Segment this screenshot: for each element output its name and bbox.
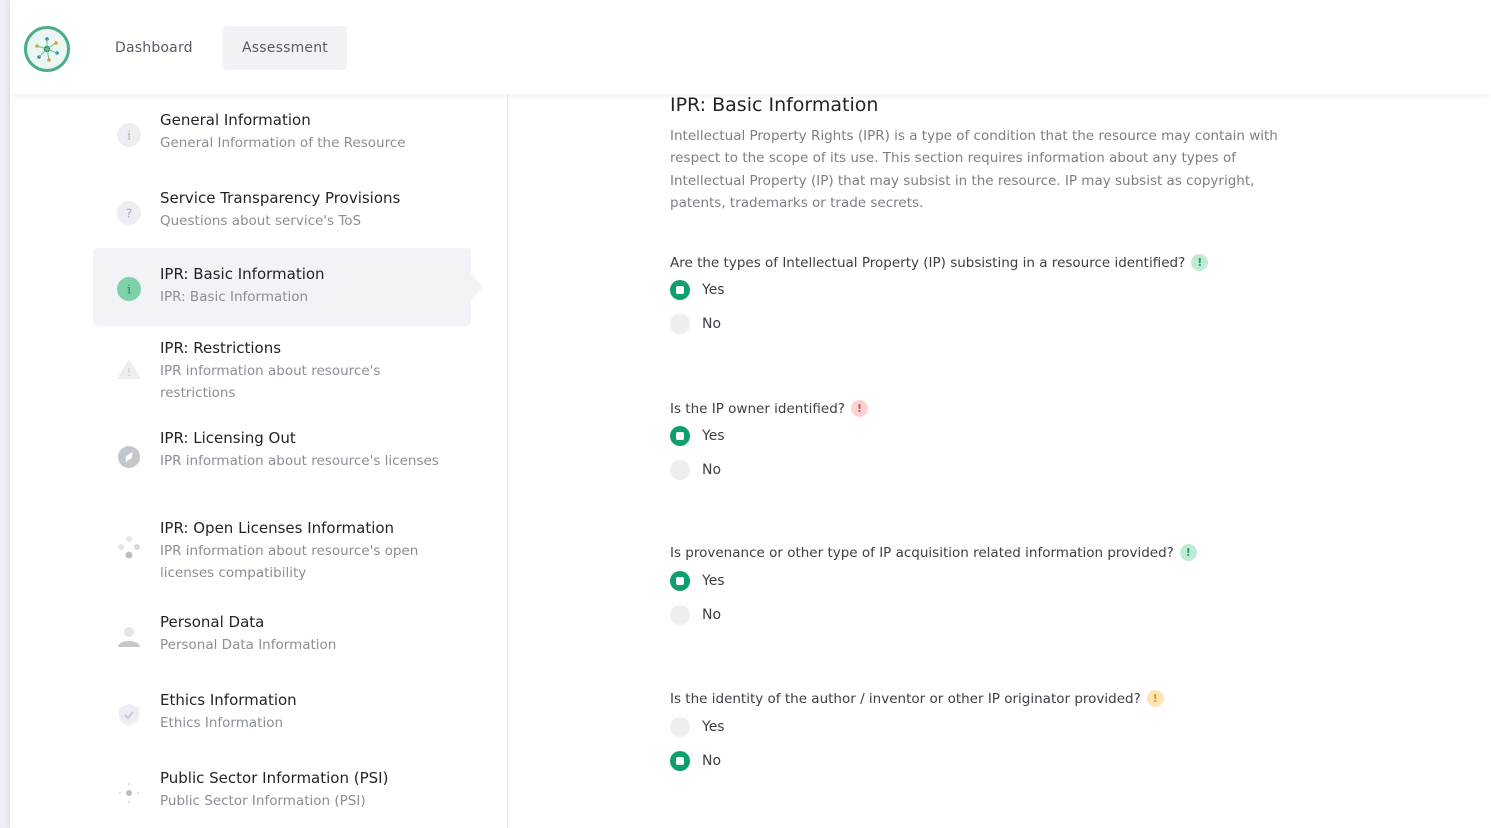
radio-label: No xyxy=(702,316,722,332)
sidebar-item-ethics-information[interactable]: Ethics Information Ethics Information xyxy=(93,682,471,752)
sidebar-item-title: Ethics Information xyxy=(160,691,297,709)
shield-check-icon xyxy=(116,702,142,728)
radio-option-yes[interactable]: Yes xyxy=(670,571,725,591)
radio-label: Yes xyxy=(702,282,725,298)
svg-text:i: i xyxy=(127,129,131,143)
exclamation-badge-icon[interactable]: ! xyxy=(1146,690,1164,707)
sidebar-item-subtitle: General Information of the Resource xyxy=(160,135,406,151)
sidebar-item-subtitle: IPR information about resource's open li… xyxy=(160,543,419,581)
page-title: IPR: Basic Information xyxy=(670,94,879,116)
sidebar-item-ipr-restrictions[interactable]: ! IPR: Restrictions IPR information abou… xyxy=(93,330,471,414)
question-text: Is the identity of the author / inventor… xyxy=(670,690,1141,707)
sidebar-item-subtitle: IPR information about resource's license… xyxy=(160,453,439,469)
compass-icon xyxy=(116,444,142,470)
person-icon xyxy=(116,624,142,650)
nav-dashboard[interactable]: Dashboard xyxy=(96,26,212,70)
exclamation-badge-icon[interactable]: ! xyxy=(850,400,868,417)
question-provenance-provided: Is provenance or other type of IP acquis… xyxy=(670,544,1370,625)
nav-assessment[interactable]: Assessment xyxy=(223,26,347,70)
radio-option-yes[interactable]: Yes xyxy=(670,426,725,446)
radio-label: Yes xyxy=(702,428,725,444)
radio-button[interactable] xyxy=(670,460,690,480)
svg-text:?: ? xyxy=(126,207,132,221)
sidebar-item-ipr-licensing-out[interactable]: IPR: Licensing Out IPR information about… xyxy=(93,420,471,504)
question-text: Are the types of Intellectual Property (… xyxy=(670,254,1186,271)
sidebar-item-subtitle: Ethics Information xyxy=(160,715,284,731)
sidebar-item-title: General Information xyxy=(160,111,311,129)
svg-text:!: ! xyxy=(127,366,131,379)
svg-text:i: i xyxy=(127,283,131,297)
sidebar-item-general-information[interactable]: i General Information General Informatio… xyxy=(93,104,471,174)
radio-option-no[interactable]: No xyxy=(670,605,721,625)
sidebar-item-subtitle: IPR: Basic Information xyxy=(160,289,309,305)
radio-label: No xyxy=(702,462,722,478)
sidebar-item-personal-data[interactable]: Personal Data Personal Data Information xyxy=(93,606,471,676)
sidebar-item-title: Personal Data xyxy=(160,613,265,631)
sidebar-item-subtitle: Questions about service's ToS xyxy=(160,213,362,229)
dots-cross-icon xyxy=(116,780,142,806)
logo-network-icon xyxy=(35,37,59,62)
sidebar-item-title: Service Transparency Provisions xyxy=(160,189,401,207)
sidebar-item-service-transparency[interactable]: ? Service Transparency Provisions Questi… xyxy=(93,182,471,252)
sidebar-item-subtitle: IPR information about resource's restric… xyxy=(160,363,381,401)
diamond-dots-icon xyxy=(116,534,142,560)
sidebar-item-ipr-open-licenses[interactable]: IPR: Open Licenses Information IPR infor… xyxy=(93,510,471,594)
radio-label: Yes xyxy=(702,719,725,735)
sidebar-item-title: Public Sector Information (PSI) xyxy=(160,769,389,787)
sidebar-item-title: IPR: Licensing Out xyxy=(160,429,296,447)
question-text: Is provenance or other type of IP acquis… xyxy=(670,544,1174,561)
question-ip-owner-identified: Is the IP owner identified? ! Yes No xyxy=(670,400,1370,480)
app-logo[interactable] xyxy=(24,26,70,72)
radio-button[interactable] xyxy=(670,605,690,625)
top-navigation-bar: Dashboard Assessment xyxy=(10,0,1491,94)
radio-option-no[interactable]: No xyxy=(670,751,721,771)
sidebar-item-subtitle: Public Sector Information (PSI) xyxy=(160,793,366,809)
sidebar-item-title: IPR: Basic Information xyxy=(160,265,325,283)
radio-option-yes[interactable]: Yes xyxy=(670,280,725,300)
radio-button-checked[interactable] xyxy=(670,751,690,771)
radio-option-no[interactable]: No xyxy=(670,314,721,334)
sidebar-item-title: IPR: Restrictions xyxy=(160,339,282,357)
radio-label: No xyxy=(702,753,722,769)
question-icon: ? xyxy=(116,200,142,226)
sidebar-item-ipr-basic-information[interactable]: i IPR: Basic Information IPR: Basic Info… xyxy=(93,248,483,326)
radio-option-no[interactable]: No xyxy=(670,460,721,480)
radio-button[interactable] xyxy=(670,314,690,334)
info-active-icon: i xyxy=(116,276,142,302)
sidebar-item-title: IPR: Open Licenses Information xyxy=(160,519,395,537)
sidebar-item-public-sector-information[interactable]: Public Sector Information (PSI) Public S… xyxy=(93,760,471,828)
assessment-steps-sidebar: i General Information General Informatio… xyxy=(24,94,508,828)
radio-label: No xyxy=(702,607,722,623)
radio-button-checked[interactable] xyxy=(670,571,690,591)
exclamation-badge-icon[interactable]: ! xyxy=(1179,544,1197,561)
radio-button-checked[interactable] xyxy=(670,280,690,300)
question-ip-types-identified: Are the types of Intellectual Property (… xyxy=(670,254,1370,334)
info-icon: i xyxy=(116,122,142,148)
radio-button[interactable] xyxy=(670,717,690,737)
question-text: Is the IP owner identified? xyxy=(670,400,845,417)
radio-button-checked[interactable] xyxy=(670,426,690,446)
exclamation-badge-icon[interactable]: ! xyxy=(1191,254,1209,271)
warning-icon: ! xyxy=(116,356,142,382)
radio-option-yes[interactable]: Yes xyxy=(670,717,725,737)
sidebar-item-subtitle: Personal Data Information xyxy=(160,637,337,653)
question-author-identity-provided: Is the identity of the author / inventor… xyxy=(670,690,1370,771)
section-description: Intellectual Property Rights (IPR) is a … xyxy=(670,128,1278,211)
radio-label: Yes xyxy=(702,573,725,589)
app-window: Dashboard Assessment i General Informati… xyxy=(10,0,1491,828)
